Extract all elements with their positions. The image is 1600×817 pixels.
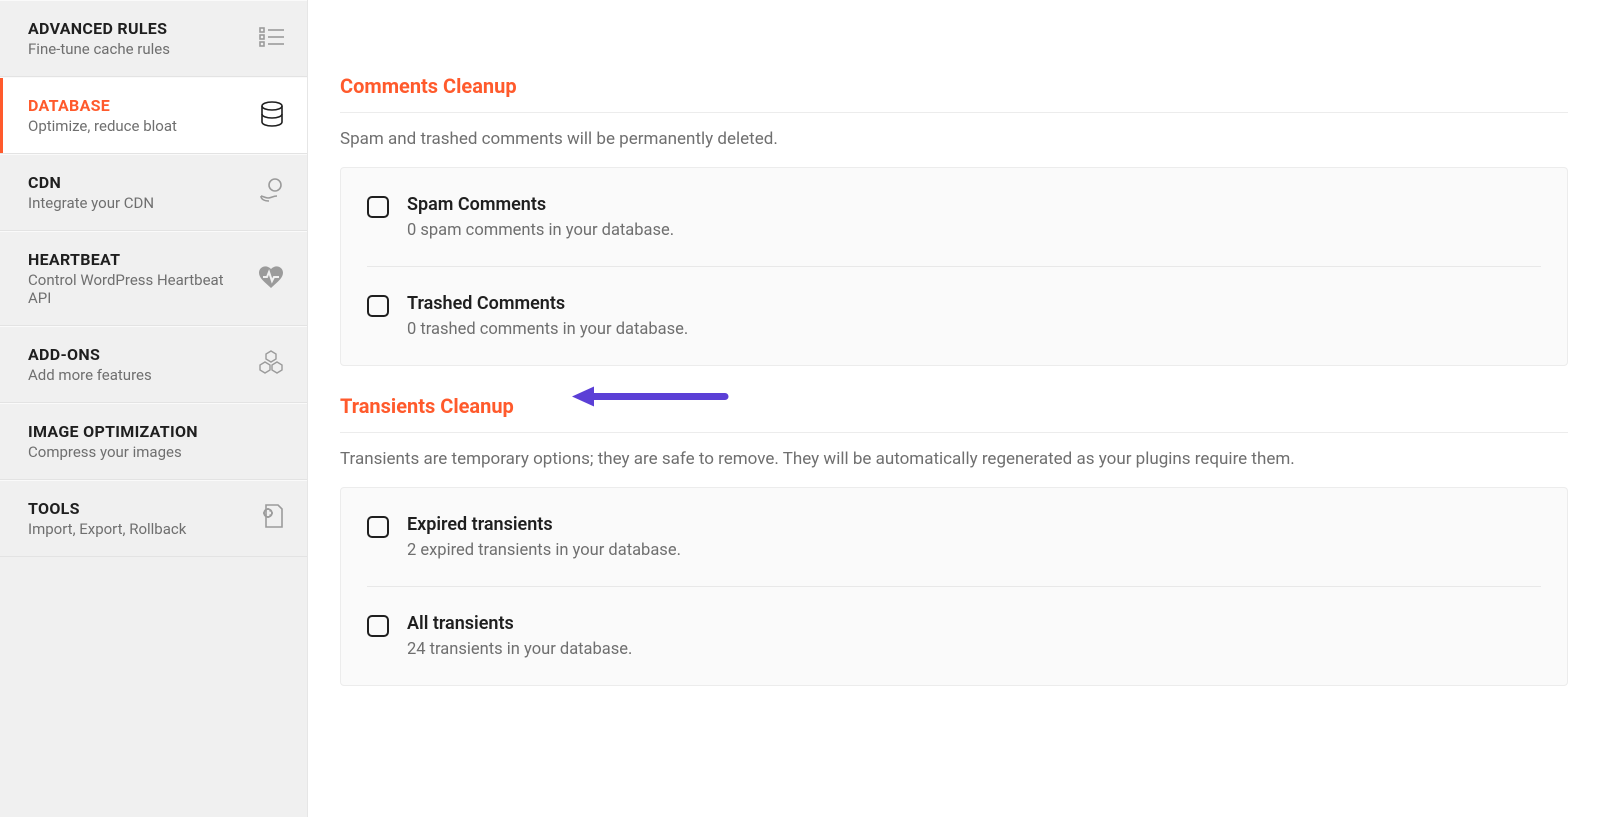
- globe-hand-icon: [259, 178, 285, 208]
- sidebar-item-sub: Compress your images: [28, 443, 198, 461]
- sidebar-item-sub: Integrate your CDN: [28, 194, 154, 212]
- row-sub: 24 transients in your database.: [407, 640, 632, 659]
- heartbeat-icon: [257, 264, 285, 294]
- sidebar-item-advanced-rules[interactable]: ADVANCED RULES Fine-tune cache rules: [0, 0, 307, 77]
- list-icon: [259, 26, 285, 52]
- sidebar-item-title: HEARTBEAT: [28, 250, 247, 269]
- sidebar-item-sub: Fine-tune cache rules: [28, 40, 170, 58]
- sidebar-item-heartbeat[interactable]: HEARTBEAT Control WordPress Heartbeat AP…: [0, 231, 307, 326]
- row-sub: 0 trashed comments in your database.: [407, 320, 688, 339]
- row-trashed-comments: Trashed Comments 0 trashed comments in y…: [367, 266, 1541, 365]
- sidebar-item-title: CDN: [28, 173, 154, 192]
- row-sub: 0 spam comments in your database.: [407, 221, 674, 240]
- sidebar-item-sub: Optimize, reduce bloat: [28, 117, 177, 135]
- annotation-arrow-icon: [570, 383, 730, 416]
- section-desc-transients: Transients are temporary options; they a…: [340, 433, 1568, 487]
- sidebar-item-sub: Import, Export, Rollback: [28, 520, 186, 538]
- checkbox-spam-comments[interactable]: [367, 196, 389, 218]
- sidebar-item-sub: Control WordPress Heartbeat API: [28, 271, 247, 307]
- card-transients: Expired transients 2 expired transients …: [340, 487, 1568, 686]
- card-comments: Spam Comments 0 spam comments in your da…: [340, 167, 1568, 366]
- sidebar-item-image-optimization[interactable]: IMAGE OPTIMIZATION Compress your images: [0, 403, 307, 480]
- sidebar-item-sub: Add more features: [28, 366, 152, 384]
- sidebar-item-cdn[interactable]: CDN Integrate your CDN: [0, 154, 307, 231]
- sidebar-item-addons[interactable]: ADD-ONS Add more features: [0, 326, 307, 403]
- section-desc-comments: Spam and trashed comments will be perman…: [340, 113, 1568, 167]
- row-title: Trashed Comments: [407, 293, 688, 314]
- sidebar-item-title: ADVANCED RULES: [28, 19, 170, 38]
- row-spam-comments: Spam Comments 0 spam comments in your da…: [367, 168, 1541, 266]
- blocks-icon: [257, 350, 285, 380]
- row-expired-transients: Expired transients 2 expired transients …: [367, 488, 1541, 586]
- checkbox-expired-transients[interactable]: [367, 516, 389, 538]
- row-title: Spam Comments: [407, 194, 674, 215]
- row-sub: 2 expired transients in your database.: [407, 541, 681, 560]
- section-title-comments: Comments Cleanup: [340, 40, 1568, 113]
- row-title: All transients: [407, 613, 632, 634]
- sidebar-item-title: TOOLS: [28, 499, 186, 518]
- section-title-transients-text: Transients Cleanup: [340, 394, 514, 418]
- sidebar-item-database[interactable]: DATABASE Optimize, reduce bloat: [0, 77, 307, 154]
- sidebar-item-title: ADD-ONS: [28, 345, 152, 364]
- section-title-transients: Transients Cleanup: [340, 366, 1568, 433]
- sidebar-item-tools[interactable]: TOOLS Import, Export, Rollback: [0, 480, 307, 557]
- checkbox-trashed-comments[interactable]: [367, 295, 389, 317]
- row-all-transients: All transients 24 transients in your dat…: [367, 586, 1541, 685]
- sidebar-item-title: DATABASE: [28, 96, 177, 115]
- file-gear-icon: [259, 503, 285, 535]
- database-icon: [259, 101, 285, 131]
- sidebar: ADVANCED RULES Fine-tune cache rules DAT…: [0, 0, 308, 817]
- row-title: Expired transients: [407, 514, 681, 535]
- sidebar-item-title: IMAGE OPTIMIZATION: [28, 422, 198, 441]
- main-content: Comments Cleanup Spam and trashed commen…: [308, 0, 1600, 817]
- checkbox-all-transients[interactable]: [367, 615, 389, 637]
